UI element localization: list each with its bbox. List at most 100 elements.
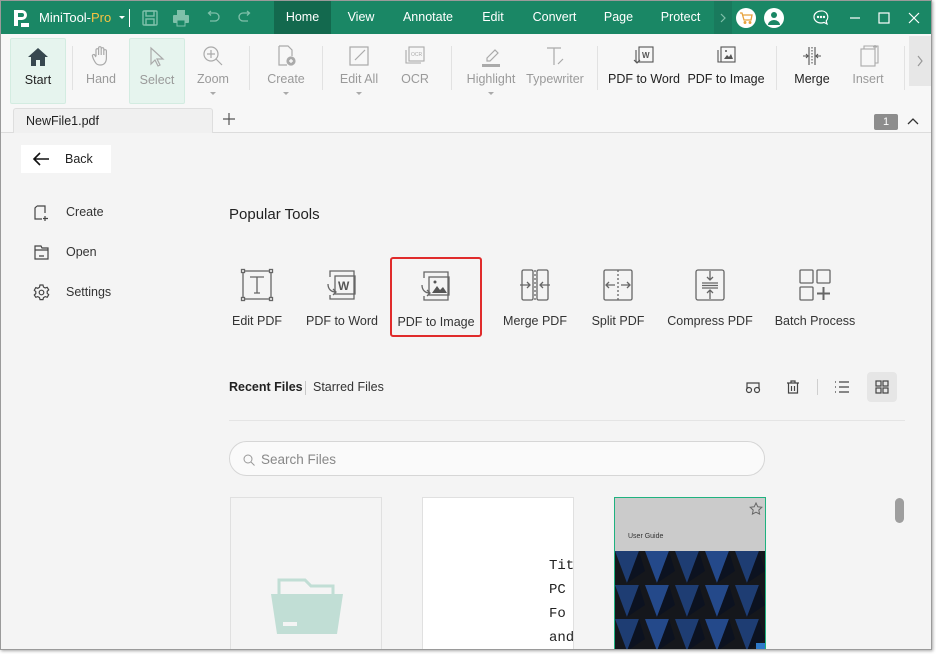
pdf-to-word-icon: W xyxy=(633,46,654,64)
cart-icon xyxy=(740,12,753,24)
ribbon-separator xyxy=(72,46,73,90)
ribbon-edit-all-button[interactable]: Edit All xyxy=(335,38,383,104)
pdf-to-word-icon: W xyxy=(327,270,356,300)
cursor-icon xyxy=(150,46,165,67)
search-files-field[interactable] xyxy=(229,441,765,476)
ribbon-ocr-button[interactable]: OCR OCR xyxy=(395,38,435,104)
user-icon xyxy=(768,12,780,25)
menu-tab-annotate[interactable]: Annotate xyxy=(395,1,461,34)
tab-recent-files[interactable]: Recent Files xyxy=(229,380,303,394)
ocr-icon: OCR xyxy=(405,46,425,64)
menu-tab-edit[interactable]: Edit xyxy=(472,1,514,34)
app-logo-icon xyxy=(14,10,29,27)
svg-text:W: W xyxy=(642,51,650,60)
ribbon-highlight-button[interactable]: Highlight xyxy=(463,38,519,104)
tool-pdf-to-image[interactable]: PDF to Image xyxy=(390,257,482,337)
highlighter-icon xyxy=(482,49,500,67)
delete-button[interactable] xyxy=(778,372,808,402)
ribbon-pdf-to-word-button[interactable]: W PDF to Word xyxy=(606,38,682,104)
dropdown-caret-icon xyxy=(356,92,362,95)
zoom-in-icon xyxy=(203,46,223,66)
menu-scroll-right-button[interactable] xyxy=(714,1,732,34)
user-button[interactable] xyxy=(764,8,784,28)
title-separator xyxy=(129,9,130,27)
gear-icon xyxy=(33,284,50,301)
star-icon[interactable] xyxy=(749,502,763,516)
undo-icon[interactable] xyxy=(204,9,222,27)
merge-icon xyxy=(803,47,821,65)
ribbon-toolbar: Start Hand Select Zoom Create Edit All O… xyxy=(1,34,931,106)
menu-tab-page[interactable]: Page xyxy=(597,1,640,34)
search-icon xyxy=(243,454,255,466)
ribbon-merge-button[interactable]: Merge xyxy=(789,38,835,104)
ribbon-zoom-button[interactable]: Zoom xyxy=(189,38,237,104)
folder-icon xyxy=(34,245,49,260)
preview-mode-button[interactable] xyxy=(738,372,768,402)
feedback-icon[interactable] xyxy=(812,9,830,27)
recent-file-card[interactable]: Tit PC Fo and xyxy=(422,497,574,649)
menu-tab-home[interactable]: Home xyxy=(274,1,331,34)
back-button[interactable]: Back xyxy=(21,145,111,173)
app-name: MiniTool-Pro xyxy=(39,10,112,25)
ribbon-separator xyxy=(249,46,250,90)
document-tab[interactable]: NewFile1.pdf xyxy=(13,108,213,133)
title-bar: MiniTool-Pro Home View Annotate Edit Con… xyxy=(1,1,931,34)
print-icon[interactable] xyxy=(172,9,190,27)
cart-button[interactable] xyxy=(736,8,756,28)
open-folder-icon xyxy=(271,578,343,634)
pdf-to-image-icon xyxy=(717,46,736,63)
ribbon-separator xyxy=(322,46,323,90)
close-icon[interactable] xyxy=(905,9,923,27)
dropdown-caret-icon xyxy=(210,92,216,95)
ribbon-pdf-to-image-button[interactable]: PDF to Image xyxy=(686,38,766,104)
ribbon-select-button[interactable]: Select xyxy=(129,38,185,104)
ribbon-separator xyxy=(904,46,905,90)
open-count-badge: 1 xyxy=(874,114,898,130)
menu-tab-view[interactable]: View xyxy=(338,1,384,34)
ribbon-typewriter-button[interactable]: Typewriter xyxy=(525,38,585,104)
menu-tab-protect[interactable]: Protect xyxy=(651,1,710,34)
tab-starred-files[interactable]: Starred Files xyxy=(313,380,384,394)
trash-icon xyxy=(787,380,799,394)
ribbon-hand-button[interactable]: Hand xyxy=(78,38,124,104)
batch-icon xyxy=(799,269,831,301)
chevron-up-icon[interactable] xyxy=(905,114,921,130)
tool-merge-pdf[interactable]: Merge PDF xyxy=(501,259,569,337)
maximize-icon[interactable] xyxy=(875,9,893,27)
search-files-input[interactable] xyxy=(261,449,741,469)
svg-text:W: W xyxy=(338,279,350,293)
ribbon-start-button[interactable]: Start xyxy=(10,38,66,104)
dropdown-caret-icon xyxy=(283,92,289,95)
ribbon-scroll-right-button[interactable] xyxy=(909,36,931,86)
add-tab-icon[interactable] xyxy=(221,111,237,127)
list-view-button[interactable] xyxy=(827,372,857,402)
ribbon-insert-button[interactable]: Insert xyxy=(846,38,890,104)
tool-pdf-to-word[interactable]: W PDF to Word xyxy=(303,259,381,337)
grid-view-button[interactable] xyxy=(867,372,897,402)
scrollbar-thumb[interactable] xyxy=(895,498,904,523)
dropdown-caret-icon xyxy=(488,92,494,95)
open-file-card[interactable] xyxy=(230,497,382,649)
document-tab-strip: NewFile1.pdf 1 xyxy=(1,106,931,133)
menu-tab-convert[interactable]: Convert xyxy=(525,1,584,34)
edit-text-icon xyxy=(240,268,274,302)
redo-icon[interactable] xyxy=(236,9,254,27)
minimize-icon[interactable] xyxy=(846,9,864,27)
ribbon-separator xyxy=(776,46,777,90)
typewriter-icon xyxy=(547,47,564,65)
recent-file-card-user-guide[interactable]: User Guide xyxy=(614,497,766,649)
tool-batch-process[interactable]: Batch Process xyxy=(773,259,857,337)
save-icon[interactable] xyxy=(141,9,159,27)
create-file-icon xyxy=(278,45,296,66)
tool-split-pdf[interactable]: Split PDF xyxy=(588,259,648,337)
ribbon-create-button[interactable]: Create xyxy=(261,38,311,104)
ribbon-separator xyxy=(451,46,452,90)
tool-edit-pdf[interactable]: Edit PDF xyxy=(227,259,287,337)
cover-title: User Guide xyxy=(628,533,664,540)
new-file-icon xyxy=(34,205,48,221)
tool-compress-pdf[interactable]: Compress PDF xyxy=(667,259,753,337)
home-icon xyxy=(28,48,48,66)
grid-view-icon xyxy=(875,380,889,394)
divider xyxy=(229,420,905,421)
app-menu-dropdown-icon[interactable] xyxy=(117,12,127,22)
